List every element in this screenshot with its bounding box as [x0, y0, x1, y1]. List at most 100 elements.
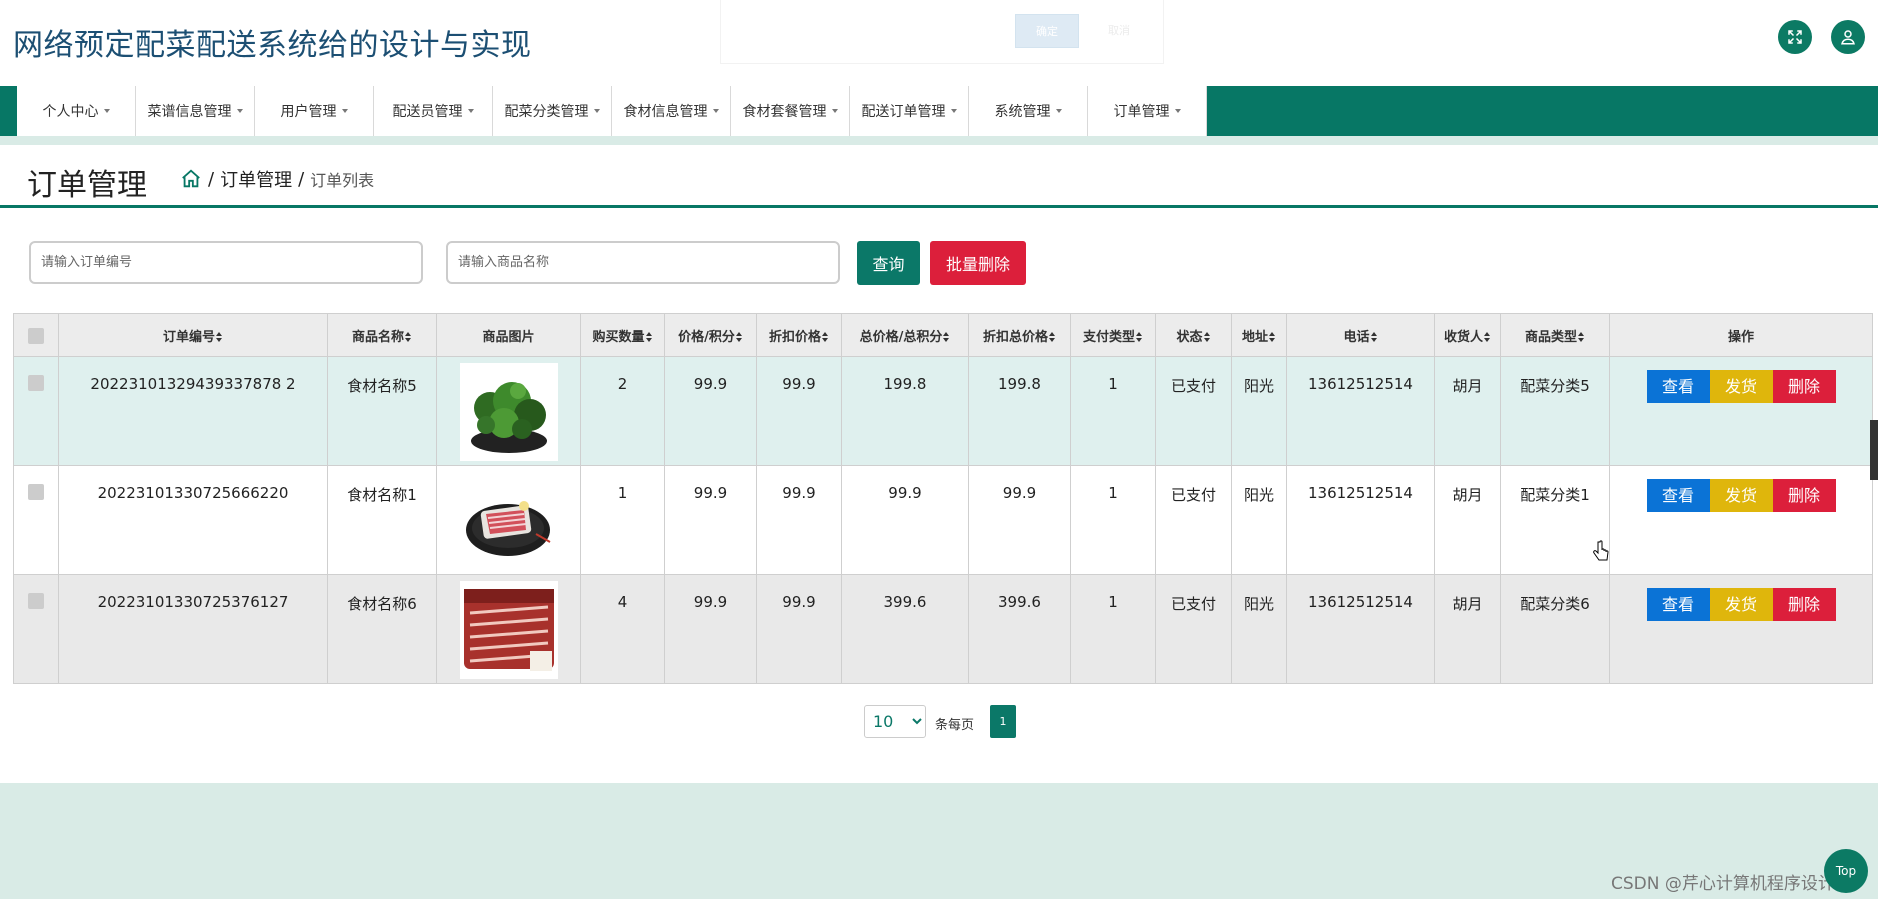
receiver-cell: 胡月	[1434, 574, 1501, 684]
status-cell: 已支付	[1155, 465, 1232, 575]
query-button[interactable]: 查询	[857, 241, 920, 285]
discount-price-cell: 99.9	[756, 574, 842, 684]
discount-price-cell: 99.9	[756, 356, 842, 466]
breadcrumb-separator: /	[298, 168, 305, 190]
caret-down-icon	[712, 109, 719, 113]
price-cell: 99.9	[664, 356, 757, 466]
nav-item-order[interactable]: 订单管理	[1088, 86, 1207, 136]
nav-item-user[interactable]: 用户管理	[255, 86, 374, 136]
order-no-search-input[interactable]	[29, 241, 423, 284]
column-header[interactable]: 状态	[1155, 313, 1232, 357]
sort-icon	[645, 332, 653, 342]
nav-item-package[interactable]: 食材套餐管理	[731, 86, 850, 136]
batch-delete-button[interactable]: 批量删除	[930, 241, 1026, 285]
quantity-cell: 1	[580, 465, 665, 575]
ship-button[interactable]: 发货	[1709, 588, 1773, 621]
phone-cell: 13612512514	[1286, 574, 1435, 684]
breadcrumb-home[interactable]	[180, 168, 202, 190]
column-header[interactable]: 收货人	[1434, 313, 1501, 357]
phone-cell: 13612512514	[1286, 356, 1435, 466]
page-size-select[interactable]: 10	[864, 705, 926, 738]
sort-icon	[1049, 332, 1056, 342]
nav-strip	[0, 136, 1878, 145]
back-to-top-button[interactable]: Top	[1824, 849, 1868, 893]
main-nav: 个人中心 菜谱信息管理 用户管理 配送员管理 配菜分类管理 食材信息管理 食材套…	[0, 86, 1878, 136]
row-checkbox[interactable]	[28, 484, 44, 500]
category-cell: 配菜分类6	[1500, 574, 1610, 684]
breadcrumb-current: 订单列表	[310, 171, 375, 190]
column-header[interactable]: 折扣价格	[756, 313, 842, 357]
ship-button[interactable]: 发货	[1709, 479, 1773, 512]
dialog-ok-button[interactable]: 确定	[1015, 14, 1079, 48]
view-button[interactable]: 查看	[1646, 370, 1710, 403]
sort-icon	[943, 332, 950, 342]
table-row: 20223101329439337878 2 食材名称5 2 99.9 99.9…	[13, 356, 1873, 466]
breadcrumb-separator: /	[208, 168, 215, 190]
nav-item-recipe[interactable]: 菜谱信息管理	[136, 86, 255, 136]
order-no-cell: 20223101330725376127	[58, 574, 328, 684]
table-row: 20223101330725376127 食材名称6 4 99.9 99.9 3…	[13, 574, 1873, 684]
sort-icon	[1578, 332, 1585, 342]
top-header: 网络预定配菜配送系统给的设计与实现 确定 取消	[0, 0, 1878, 86]
pay-type-cell: 1	[1070, 465, 1156, 575]
select-all-checkbox[interactable]	[28, 328, 44, 344]
page-number-button[interactable]: 1	[990, 705, 1016, 738]
column-header[interactable]: 购买数量	[580, 313, 665, 357]
sort-icon	[216, 332, 223, 342]
user-button[interactable]	[1831, 20, 1865, 54]
column-header[interactable]: 价格/积分	[664, 313, 757, 357]
column-header[interactable]: 商品名称	[327, 313, 437, 357]
sort-icon	[1269, 332, 1276, 342]
breadcrumb-parent[interactable]: 订单管理	[220, 166, 292, 192]
category-cell: 配菜分类5	[1500, 356, 1610, 466]
actions-cell: 查看 发货 删除	[1609, 465, 1873, 575]
address-cell: 阳光	[1231, 574, 1287, 684]
footer-area	[0, 783, 1878, 899]
total-price-cell: 99.9	[841, 465, 969, 575]
salad-image	[459, 363, 558, 461]
row-select-cell	[13, 465, 59, 575]
nav-item-system[interactable]: 系统管理	[969, 86, 1088, 136]
column-header[interactable]: 商品类型	[1500, 313, 1610, 357]
caret-down-icon	[1055, 109, 1062, 113]
product-name-search-input[interactable]	[446, 241, 840, 284]
nav-item-courier[interactable]: 配送员管理	[374, 86, 493, 136]
view-button[interactable]: 查看	[1646, 588, 1710, 621]
column-header[interactable]: 折扣总价格	[968, 313, 1071, 357]
sort-icon	[735, 332, 743, 342]
price-cell: 99.9	[664, 465, 757, 575]
discount-total-cell: 99.9	[968, 465, 1071, 575]
row-select-cell	[13, 574, 59, 684]
status-cell: 已支付	[1155, 574, 1232, 684]
delete-button[interactable]: 删除	[1772, 370, 1836, 403]
nav-item-ingredient[interactable]: 食材信息管理	[612, 86, 731, 136]
dialog-cancel-button[interactable]: 取消	[1087, 14, 1151, 48]
delete-button[interactable]: 删除	[1772, 479, 1836, 512]
receiver-cell: 胡月	[1434, 465, 1501, 575]
column-header[interactable]: 地址	[1231, 313, 1287, 357]
column-header[interactable]: 支付类型	[1070, 313, 1156, 357]
column-header[interactable]: 电话	[1286, 313, 1435, 357]
address-cell: 阳光	[1231, 465, 1287, 575]
view-button[interactable]: 查看	[1646, 479, 1710, 512]
column-header[interactable]: 订单编号	[58, 313, 328, 357]
scrollbar-thumb[interactable]	[1870, 420, 1878, 480]
price-cell: 99.9	[664, 574, 757, 684]
select-all-cell	[13, 313, 59, 357]
nav-item-delivery-order[interactable]: 配送订单管理	[850, 86, 969, 136]
caret-down-icon	[103, 109, 110, 113]
ship-button[interactable]: 发货	[1709, 370, 1773, 403]
actions-cell: 查看 发货 删除	[1609, 574, 1873, 684]
column-header[interactable]: 总价格/总积分	[841, 313, 969, 357]
row-checkbox[interactable]	[28, 375, 44, 391]
fullscreen-button[interactable]	[1778, 20, 1812, 54]
product-name-cell: 食材名称6	[327, 574, 437, 684]
nav-item-personal-center[interactable]: 个人中心	[17, 86, 136, 136]
nav-item-dish-category[interactable]: 配菜分类管理	[493, 86, 612, 136]
site-title: 网络预定配菜配送系统给的设计与实现	[13, 28, 532, 63]
phone-cell: 13612512514	[1286, 465, 1435, 575]
delete-button[interactable]: 删除	[1772, 588, 1836, 621]
row-checkbox[interactable]	[28, 593, 44, 609]
sort-icon	[1484, 332, 1491, 342]
discount-total-cell: 399.6	[968, 574, 1071, 684]
